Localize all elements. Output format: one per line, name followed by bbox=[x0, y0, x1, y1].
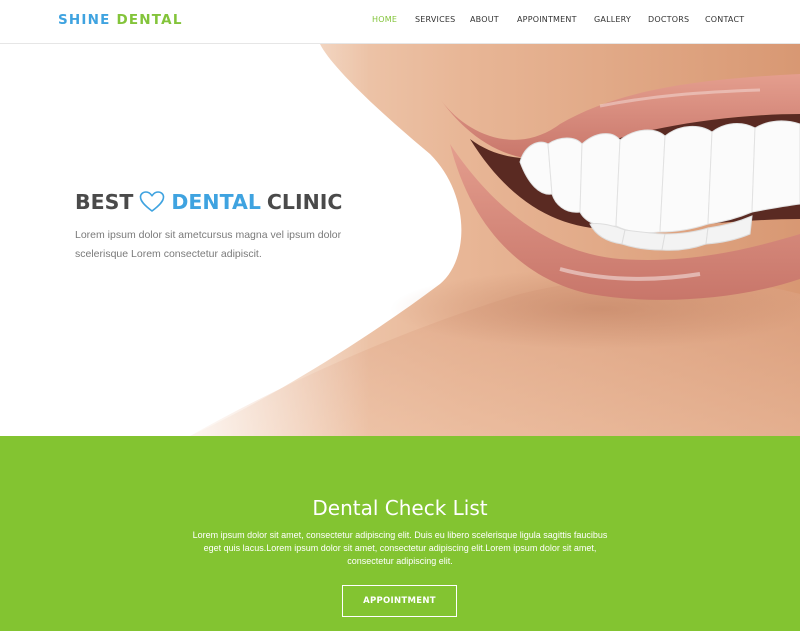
checklist-title: Dental Check List bbox=[312, 496, 488, 520]
heart-icon bbox=[140, 191, 165, 212]
hero-section: BEST DENTAL CLINIC Lorem ipsum dolor sit… bbox=[0, 44, 800, 436]
hero-title-dental: DENTAL bbox=[171, 190, 261, 214]
nav-item-contact[interactable]: CONTACT bbox=[705, 15, 744, 24]
nav-item-gallery[interactable]: GALLERY bbox=[594, 15, 631, 24]
hero-description: Lorem ipsum dolor sit ametcursus magna v… bbox=[75, 229, 342, 260]
hero-title-best: BEST bbox=[75, 190, 134, 214]
hero-text-block: BEST DENTAL CLINIC Lorem ipsum dolor sit… bbox=[75, 190, 375, 264]
nav-item-appointment[interactable]: APPOINTMENT bbox=[517, 15, 577, 24]
nav-item-about[interactable]: ABOUT bbox=[470, 15, 499, 24]
appointment-button[interactable]: APPOINTMENT bbox=[342, 585, 457, 617]
hero-title-clinic: CLINIC bbox=[266, 190, 343, 214]
checklist-text: Lorem ipsum dolor sit amet, consectetur … bbox=[192, 530, 608, 566]
nav-item-home[interactable]: HOME bbox=[372, 15, 397, 24]
nav-item-services[interactable]: SERVICES bbox=[415, 15, 455, 24]
hero-title: BEST DENTAL CLINIC bbox=[75, 190, 375, 214]
site-header: SHINE DENTAL HOME SERVICES ABOUT APPOINT… bbox=[0, 0, 800, 44]
main-nav: HOME SERVICES ABOUT APPOINTMENT GALLERY … bbox=[0, 15, 800, 29]
nav-item-doctors[interactable]: DOCTORS bbox=[648, 15, 689, 24]
checklist-section: Dental Check List Lorem ipsum dolor sit … bbox=[0, 436, 800, 631]
